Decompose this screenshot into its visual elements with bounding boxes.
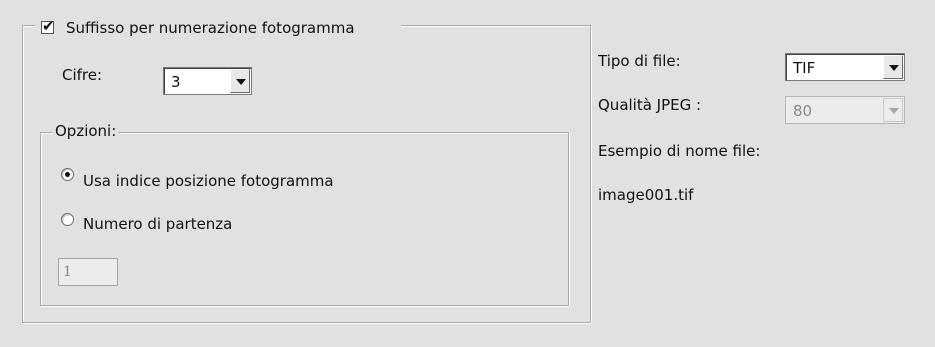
use-index-label[interactable]: Usa indice posizione fotogramma bbox=[83, 171, 334, 191]
digits-select[interactable]: 3 bbox=[163, 67, 252, 95]
frame-suffix-label: Suffisso per numerazione fotogramma bbox=[66, 19, 355, 37]
jpeg-quality-select[interactable]: 80 bbox=[785, 96, 905, 124]
start-number-label[interactable]: Numero di partenza bbox=[83, 214, 232, 234]
example-filename-label: Esempio di nome file: bbox=[598, 142, 761, 160]
use-index-radio[interactable] bbox=[61, 168, 74, 181]
digits-label: Cifre: bbox=[62, 66, 103, 84]
frame-suffix-checkbox[interactable]: ✔ bbox=[41, 17, 55, 35]
digits-dropdown-button[interactable] bbox=[230, 69, 250, 93]
start-number-radio[interactable] bbox=[61, 213, 74, 226]
digits-value: 3 bbox=[171, 73, 181, 91]
chevron-down-icon bbox=[889, 108, 899, 114]
chevron-down-icon bbox=[889, 65, 899, 71]
options-legend: Opzioni: bbox=[53, 122, 119, 140]
file-type-select[interactable]: TIF bbox=[785, 53, 905, 81]
chevron-down-icon bbox=[236, 79, 246, 85]
jpeg-quality-label: Qualità JPEG : bbox=[598, 96, 702, 114]
jpeg-quality-dropdown-button[interactable] bbox=[883, 98, 903, 122]
example-filename-value: image001.tif bbox=[598, 186, 694, 204]
check-icon: ✔ bbox=[42, 17, 55, 35]
radio-selected-dot bbox=[65, 172, 70, 177]
start-number-value: 1 bbox=[63, 264, 72, 280]
start-number-input[interactable]: 1 bbox=[58, 258, 118, 286]
jpeg-quality-value: 80 bbox=[793, 102, 813, 120]
file-type-label: Tipo di file: bbox=[598, 52, 681, 70]
file-type-value: TIF bbox=[793, 59, 816, 77]
file-type-dropdown-button[interactable] bbox=[883, 55, 903, 79]
